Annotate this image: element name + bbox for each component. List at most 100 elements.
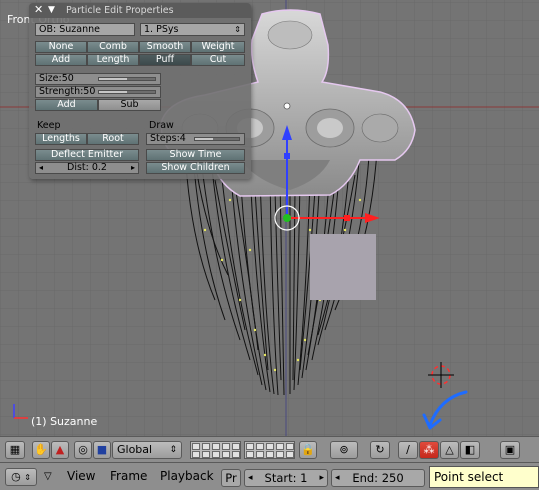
show-children-toggle[interactable]: Show Children: [146, 162, 245, 174]
brush-strength-slider[interactable]: Strength:50: [35, 86, 161, 98]
proportional-edit-select[interactable]: ⊚: [330, 441, 358, 459]
limit-selection-button[interactable]: ◧: [460, 441, 480, 459]
hand-icon: ✋: [34, 443, 48, 456]
keep-root-button[interactable]: Root: [87, 133, 139, 145]
brush-size-fill: [99, 78, 127, 80]
right-arrow-icon[interactable]: ▸: [319, 470, 324, 486]
layer-toggle[interactable]: [286, 451, 294, 458]
3d-viewport[interactable]: Front Ortho (1) Suzanne ✕ ▼ Particle Edi…: [0, 0, 539, 436]
close-icon[interactable]: ✕: [34, 3, 43, 17]
render-view-button[interactable]: ▣: [500, 441, 520, 459]
puff-add-button[interactable]: Add: [35, 99, 98, 111]
updown-arrow-icon: ⇕: [234, 25, 241, 34]
path-select-mode-button[interactable]: ∕: [398, 441, 418, 459]
layer-toggle[interactable]: [232, 443, 240, 450]
view-menu[interactable]: View: [67, 469, 95, 483]
layer-toggle[interactable]: [212, 443, 220, 450]
lock-icon: 🔒: [301, 443, 315, 456]
panel-title-bar[interactable]: ✕ ▼ Particle Edit Properties: [29, 3, 251, 18]
blender-window: Front Ortho (1) Suzanne ✕ ▼ Particle Edi…: [0, 0, 539, 490]
magnet-icon: ↻: [375, 443, 385, 456]
left-arrow-icon[interactable]: ◂: [39, 163, 43, 173]
layer-toggle[interactable]: [256, 451, 264, 458]
triangle-down-icon[interactable]: ▼: [48, 3, 55, 17]
clock-icon: ◷: [11, 470, 21, 483]
brush-strength-fill: [99, 91, 127, 93]
brush-size-slider[interactable]: Size:50: [35, 73, 161, 85]
layer-toggle[interactable]: [276, 443, 284, 450]
layer-toggle[interactable]: [246, 451, 254, 458]
layer-toggle[interactable]: [276, 451, 284, 458]
start-frame-field[interactable]: ◂ Start: 1 ▸: [244, 469, 328, 487]
particle-edit-panel[interactable]: ✕ ▼ Particle Edit Properties OB: Suzanne…: [29, 3, 251, 179]
left-arrow-icon[interactable]: ◂: [335, 470, 340, 486]
object-name-field[interactable]: OB: Suzanne: [35, 23, 135, 36]
brush-add-button[interactable]: Add: [35, 54, 87, 66]
layer-toggle[interactable]: [286, 443, 294, 450]
brush-strength-track: [98, 90, 156, 94]
orientation-select[interactable]: Global ⇕: [112, 441, 182, 459]
deflect-dist-value: Dist: 0.2: [67, 162, 107, 173]
brush-none-button[interactable]: None: [35, 41, 87, 53]
transform-hand-button[interactable]: ✋: [32, 441, 50, 459]
triangle-outline-icon: △: [445, 443, 454, 456]
layer-toggle[interactable]: [266, 443, 274, 450]
deflect-emitter-toggle[interactable]: Deflect Emitter: [35, 149, 139, 161]
psys-select[interactable]: 1. PSys ⇕: [140, 23, 245, 36]
left-arrow-icon[interactable]: ◂: [248, 470, 253, 486]
lock-layers-button[interactable]: 🔒: [299, 441, 317, 459]
layer-toggle[interactable]: [212, 451, 220, 458]
manipulator-button[interactable]: ■: [93, 441, 111, 459]
layer-toggle[interactable]: [202, 443, 210, 450]
brush-puff-button[interactable]: Puff: [139, 54, 191, 66]
image-icon: ▣: [504, 443, 516, 456]
menu-collapse-icon[interactable]: ▽: [44, 471, 52, 482]
playback-menu[interactable]: Playback: [160, 469, 214, 483]
brush-cut-button[interactable]: Cut: [191, 54, 245, 66]
layer-buttons-left[interactable]: [190, 441, 241, 459]
layer-toggle[interactable]: [202, 451, 210, 458]
layer-toggle[interactable]: [192, 443, 200, 450]
layer-toggle[interactable]: [192, 451, 200, 458]
point-select-mode-button[interactable]: ⁂: [419, 441, 439, 459]
point-select-icon: ⁂: [423, 443, 435, 456]
brush-strength-label: Strength:50: [39, 86, 96, 97]
preview-range-field[interactable]: Pr: [221, 469, 241, 487]
puff-sub-button[interactable]: Sub: [98, 99, 161, 111]
layer-toggle[interactable]: [266, 451, 274, 458]
end-frame-field[interactable]: ◂ End: 250: [331, 469, 425, 487]
psys-select-text: 1. PSys: [144, 24, 179, 35]
start-frame-value: Start: 1: [264, 471, 308, 485]
deflect-dist-field[interactable]: ◂ Dist: 0.2 ▸: [35, 162, 139, 174]
timeline-editor-type[interactable]: ◷ ⇕: [5, 468, 37, 486]
layer-toggle[interactable]: [246, 443, 254, 450]
editor-type-button[interactable]: ▦: [5, 441, 25, 459]
cube-icon: ◧: [464, 443, 476, 456]
layer-toggle[interactable]: [222, 443, 230, 450]
updown-arrow-icon: ⇕: [24, 473, 31, 482]
keep-lengths-button[interactable]: Lengths: [35, 133, 87, 145]
pivot-button[interactable]: ◎: [74, 441, 92, 459]
draw-steps-label: Steps:4: [150, 133, 186, 144]
plane-object[interactable]: [310, 234, 376, 300]
tip-select-mode-button[interactable]: △: [440, 441, 459, 459]
layer-toggle[interactable]: [256, 443, 264, 450]
brush-weight-button[interactable]: Weight: [191, 41, 245, 53]
orientation-value: Global: [117, 443, 153, 456]
frame-menu[interactable]: Frame: [110, 469, 147, 483]
right-arrow-icon[interactable]: ▸: [131, 163, 135, 173]
layer-buttons-right[interactable]: [244, 441, 295, 459]
brush-smooth-button[interactable]: Smooth: [139, 41, 191, 53]
brush-size-track: [98, 77, 156, 81]
brush-comb-button[interactable]: Comb: [87, 41, 139, 53]
object-name-text: OB: Suzanne: [39, 24, 100, 35]
snap-button[interactable]: ↻: [370, 441, 390, 459]
rotate-triangle-button[interactable]: ▲: [51, 441, 69, 459]
draw-steps-slider[interactable]: Steps:4: [146, 133, 245, 145]
layer-toggle[interactable]: [222, 451, 230, 458]
brush-length-button[interactable]: Length: [87, 54, 139, 66]
triangle-icon: ▲: [55, 443, 65, 456]
show-time-toggle[interactable]: Show Time: [146, 149, 245, 161]
keep-section-label: Keep: [37, 120, 61, 131]
layer-toggle[interactable]: [232, 451, 240, 458]
